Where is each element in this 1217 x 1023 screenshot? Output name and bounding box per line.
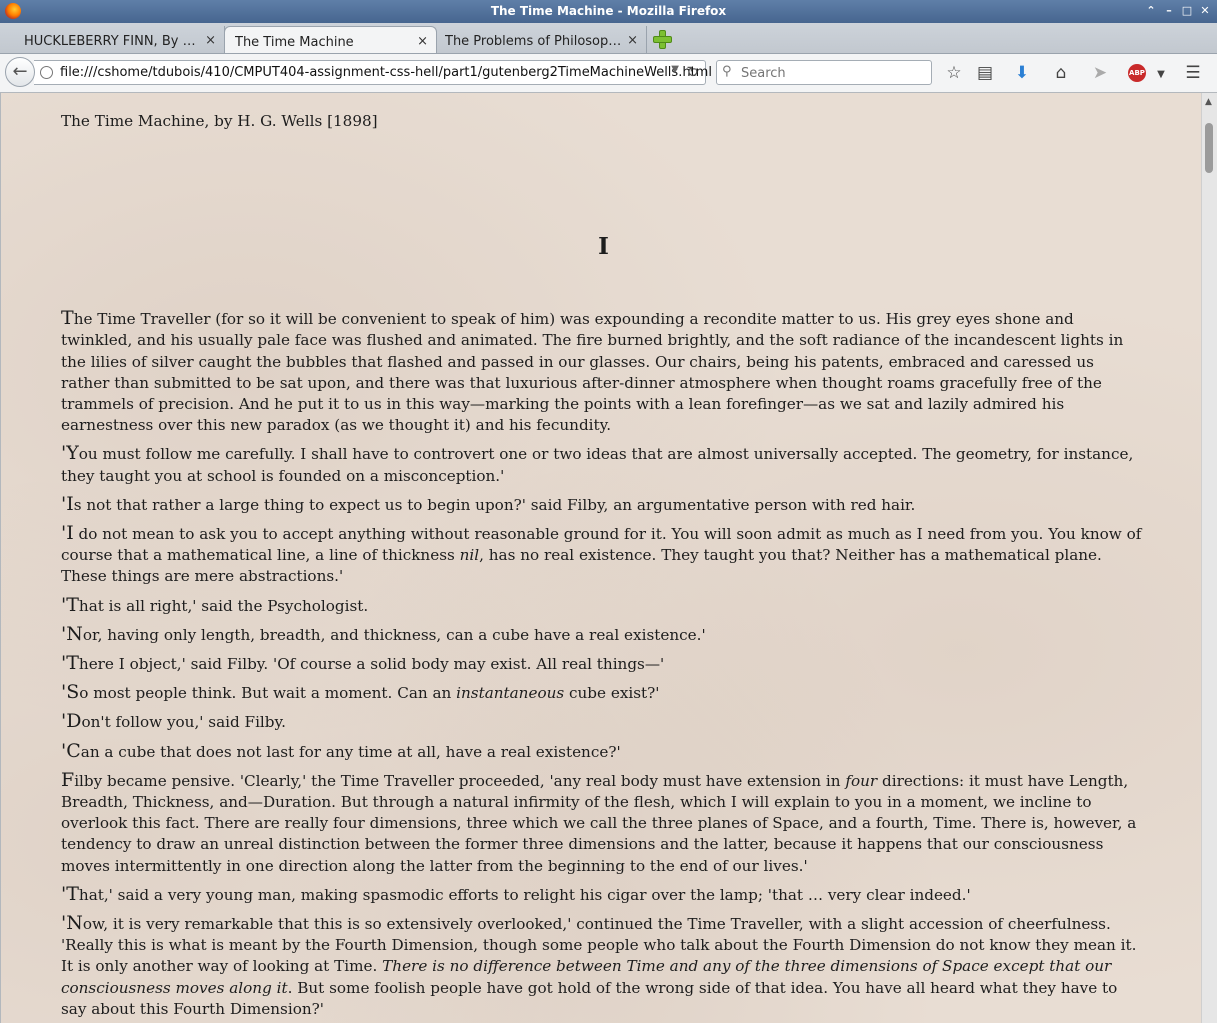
paragraph-text: here I object,' said Filby. 'Of course a… bbox=[78, 655, 665, 674]
tab-close-icon[interactable]: × bbox=[627, 33, 638, 48]
bookmarks-menu-icon[interactable]: ▤ bbox=[974, 62, 996, 84]
page-viewport: The Time Machine, by H. G. Wells [1898] … bbox=[0, 93, 1201, 1023]
window-up-icon[interactable]: ⌃ bbox=[1143, 3, 1159, 19]
url-text[interactable]: file:///cshome/tdubois/410/CMPUT404-assi… bbox=[60, 65, 712, 80]
paragraph: 'That,' said a very young man, making sp… bbox=[61, 882, 1146, 906]
paragraph-initial: 'C bbox=[61, 739, 81, 762]
search-box[interactable]: ⚲ bbox=[716, 60, 932, 85]
paragraph: 'I do not mean to ask you to accept anyt… bbox=[61, 522, 1146, 588]
paragraph: The Time Traveller (for so it will be co… bbox=[61, 308, 1146, 436]
bookmark-star-icon[interactable]: ☆ bbox=[943, 62, 965, 84]
tab-label: HUCKLEBERRY FINN, By Ma... bbox=[24, 34, 200, 49]
navigation-toolbar: file:///cshome/tdubois/410/CMPUT404-assi… bbox=[0, 54, 1217, 93]
paragraph-emphasis: nil bbox=[459, 546, 480, 565]
paragraph-initial: 'T bbox=[61, 593, 79, 616]
search-icon: ⚲ bbox=[722, 64, 732, 79]
paragraph: Filby became pensive. 'Clearly,' the Tim… bbox=[61, 768, 1146, 877]
window-minimize-icon[interactable]: – bbox=[1161, 3, 1177, 19]
paragraph: 'So most people think. But wait a moment… bbox=[61, 682, 1146, 704]
tab-label: The Problems of Philosophy,... bbox=[445, 34, 622, 49]
paragraph-emphasis: four bbox=[845, 771, 878, 790]
scroll-up-arrow-icon[interactable]: ▲ bbox=[1205, 97, 1212, 107]
paragraph: 'Don't follow you,' said Filby. bbox=[61, 711, 1146, 733]
vertical-scrollbar[interactable]: ▲ bbox=[1201, 93, 1217, 1023]
search-input[interactable] bbox=[739, 63, 929, 84]
paragraph-text: cube exist?' bbox=[564, 684, 660, 703]
paragraph-initial: 'N bbox=[61, 912, 83, 935]
tab-close-icon[interactable]: × bbox=[205, 33, 216, 48]
reload-icon[interactable]: ↻ bbox=[686, 63, 699, 81]
adblock-plus-icon[interactable]: ABP bbox=[1128, 64, 1146, 82]
window-title: The Time Machine - Mozilla Firefox bbox=[490, 4, 727, 18]
paragraph-initial: 'T bbox=[61, 652, 79, 675]
paragraph-list: The Time Traveller (for so it will be co… bbox=[61, 308, 1146, 1023]
window-maximize-icon[interactable]: □ bbox=[1179, 3, 1195, 19]
paragraph-text: an a cube that does not last for any tim… bbox=[80, 742, 621, 761]
paragraph-initial: 'I bbox=[61, 492, 74, 515]
paragraph-text: hat,' said a very young man, making spas… bbox=[78, 885, 971, 904]
window-titlebar: The Time Machine - Mozilla Firefox ⌃ – □… bbox=[0, 0, 1217, 23]
paragraph-initial: F bbox=[61, 768, 75, 791]
paragraph: 'That is all right,' said the Psychologi… bbox=[61, 593, 1146, 617]
paragraph: 'Is not that rather a large thing to exp… bbox=[61, 492, 1146, 516]
document-body: The Time Machine, by H. G. Wells [1898] … bbox=[61, 111, 1146, 1023]
menu-hamburger-icon[interactable]: ☰ bbox=[1182, 62, 1204, 84]
tab-problems-of-philosophy[interactable]: The Problems of Philosophy,... × bbox=[437, 26, 647, 53]
back-arrow-icon: ← bbox=[12, 61, 28, 82]
url-bar[interactable]: file:///cshome/tdubois/410/CMPUT404-assi… bbox=[34, 60, 712, 85]
globe-icon[interactable] bbox=[40, 66, 53, 79]
paragraph-initial: 'D bbox=[61, 710, 82, 733]
paragraph-text: on't follow you,' said Filby. bbox=[81, 713, 286, 732]
tab-label: The Time Machine bbox=[235, 35, 354, 50]
paragraph-initial: 'S bbox=[61, 681, 80, 704]
home-icon[interactable]: ⌂ bbox=[1050, 62, 1072, 84]
downloads-icon[interactable]: ⬇ bbox=[1011, 62, 1033, 84]
paragraph-text: ou must follow me carefully. I shall hav… bbox=[61, 445, 1134, 485]
paragraph-initial: 'N bbox=[61, 622, 83, 645]
tab-bar: HUCKLEBERRY FINN, By Ma... × The Time Ma… bbox=[0, 23, 1217, 54]
scrollbar-thumb[interactable] bbox=[1205, 123, 1213, 173]
tab-huckleberry-finn[interactable]: HUCKLEBERRY FINN, By Ma... × bbox=[0, 26, 225, 53]
paragraph-initial: 'Y bbox=[61, 442, 79, 465]
paragraph: 'Nor, having only length, breadth, and t… bbox=[61, 622, 1146, 646]
paragraph-text: o most people think. But wait a moment. … bbox=[79, 684, 457, 703]
window-controls: ⌃ – □ ✕ bbox=[1143, 3, 1213, 19]
paragraph-text: ilby became pensive. 'Clearly,' the Time… bbox=[74, 771, 846, 790]
paragraph: 'There I object,' said Filby. 'Of course… bbox=[61, 652, 1146, 675]
paragraph-text: hat is all right,' said the Psychologist… bbox=[78, 596, 369, 615]
paragraph: 'You must follow me carefully. I shall h… bbox=[61, 443, 1146, 486]
paragraph-text: s not that rather a large thing to expec… bbox=[73, 495, 916, 514]
chapter-heading: I bbox=[598, 233, 609, 261]
paragraph-emphasis: instantaneous bbox=[456, 684, 565, 703]
tab-time-machine[interactable]: The Time Machine × bbox=[224, 26, 437, 53]
new-tab-plus-icon[interactable] bbox=[652, 29, 672, 49]
paragraph-initial: 'I bbox=[61, 522, 74, 545]
paragraph-initial: T bbox=[61, 307, 74, 330]
share-icon[interactable]: ➤ bbox=[1089, 62, 1111, 84]
paragraph-text: or, having only length, breadth, and thi… bbox=[82, 625, 706, 644]
paragraph: 'Can a cube that does not last for any t… bbox=[61, 739, 1146, 763]
document-heading-line: The Time Machine, by H. G. Wells [1898] bbox=[61, 112, 378, 130]
adblock-dropdown-icon[interactable]: ▼ bbox=[1150, 64, 1172, 86]
url-history-dropdown-icon[interactable]: ▼ bbox=[671, 64, 679, 75]
back-button[interactable]: ← bbox=[5, 57, 35, 87]
window-close-icon[interactable]: ✕ bbox=[1197, 3, 1213, 19]
paragraph: 'Now, it is very remarkable that this is… bbox=[61, 912, 1146, 1020]
paragraph-initial: 'T bbox=[61, 882, 79, 905]
paragraph-text: he Time Traveller (for so it will be con… bbox=[61, 310, 1124, 435]
tab-close-icon[interactable]: × bbox=[417, 34, 428, 49]
